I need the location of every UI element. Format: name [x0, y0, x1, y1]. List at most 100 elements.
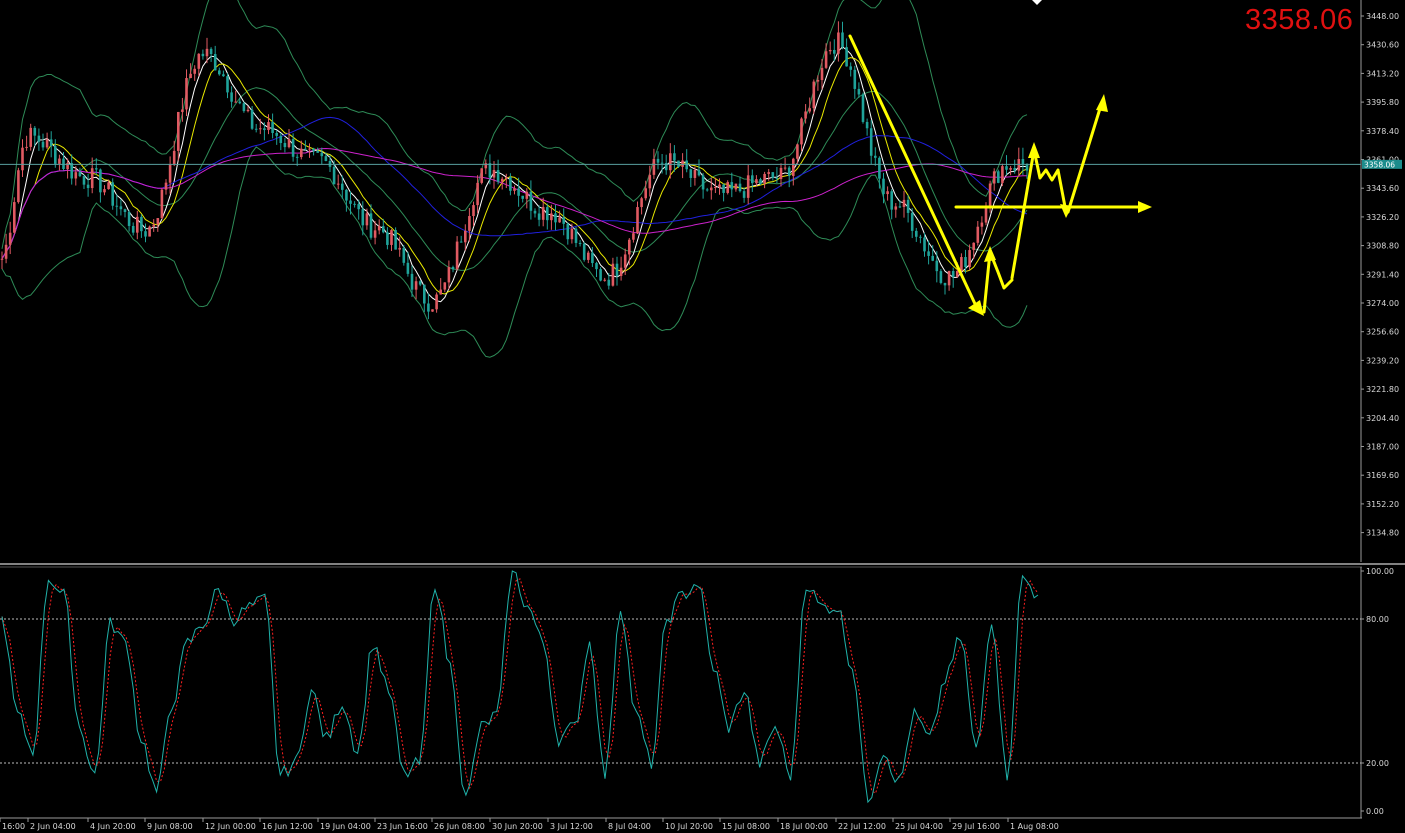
candle-body: [722, 184, 725, 193]
candle-body: [222, 74, 225, 77]
candle-body: [131, 225, 135, 233]
candle-body: [882, 178, 885, 195]
candle-body: [226, 76, 229, 93]
bollinger-lower: [1, 146, 1028, 358]
chart-canvas[interactable]: 3448.003430.603413.203395.803378.403361.…: [0, 0, 1405, 833]
price-tick-label: 3169.60: [1366, 471, 1399, 480]
candle-body: [980, 222, 984, 227]
candle-body: [685, 160, 688, 170]
candle-body: [201, 53, 205, 57]
candle-body: [988, 183, 992, 209]
candle-body: [177, 111, 180, 151]
bollinger-mid: [1, 87, 1028, 271]
candle-body: [1021, 159, 1025, 165]
candle-body: [394, 230, 397, 250]
stoch-tick-label: 0.00: [1366, 807, 1384, 816]
candle-body: [705, 189, 709, 191]
candle-body: [1025, 164, 1029, 171]
candle-body: [17, 170, 20, 203]
candle-body: [324, 156, 328, 161]
candle-body: [119, 206, 123, 210]
candle-body: [136, 216, 139, 233]
candle-body: [591, 252, 594, 264]
candle-body: [300, 148, 303, 158]
candle-body: [316, 150, 319, 153]
candle-body: [500, 178, 504, 182]
candle-body: [107, 182, 110, 190]
candle-body: [213, 54, 217, 71]
candle-body: [410, 273, 414, 290]
candle-body: [566, 223, 570, 240]
annotation-arrows[interactable]: [848, 34, 1152, 316]
candle-body: [804, 111, 807, 119]
time-tick-label: 3 Jul 12:00: [550, 822, 593, 831]
candle-body: [808, 108, 811, 112]
candle-body: [779, 167, 783, 179]
candle-body: [357, 204, 360, 210]
drawn-downtrend-arrow[interactable]: [848, 34, 978, 308]
candle-body: [931, 255, 934, 261]
drawn-up-arrow[interactable]: [1066, 100, 1104, 214]
candle-body: [714, 186, 717, 188]
candle-body: [533, 210, 537, 214]
candle-body: [246, 109, 250, 112]
candle-body: [763, 173, 766, 184]
candle-body: [33, 127, 37, 136]
candle-body: [29, 127, 32, 147]
time-axis: 16:00 2 Jun 04:00 4 Jun 20:00 9 Jun 08:00 12…: [0, 818, 1059, 831]
stochastic-panel[interactable]: 100.00 80.00 20.00 0.00: [0, 567, 1394, 818]
stoch-tick-label: 20.00: [1366, 759, 1389, 768]
candle-body: [771, 172, 775, 178]
candle-body: [464, 230, 467, 243]
candle-body: [730, 182, 734, 190]
candle-body: [718, 184, 721, 187]
candle-body: [828, 49, 832, 52]
candle-body: [148, 226, 151, 237]
candle-body: [267, 122, 270, 131]
candle-body: [238, 101, 242, 104]
candle-body: [78, 172, 82, 177]
candle-body: [8, 232, 12, 245]
candle-body: [181, 109, 184, 112]
time-tick-label: 10 Jul 20:00: [665, 822, 713, 831]
candle-body: [611, 263, 615, 286]
candle-body: [619, 267, 623, 276]
candle-body: [218, 70, 221, 75]
candle-body: [546, 207, 549, 221]
candle-body: [427, 303, 430, 312]
time-tick-label: 29 Jul 16:00: [952, 822, 1000, 831]
current-price-marker: 3358.06: [1362, 159, 1402, 169]
candle-body: [910, 212, 914, 231]
candle-body: [103, 189, 106, 193]
candle-body: [279, 135, 283, 144]
candle-body: [144, 231, 147, 237]
candle-body: [287, 139, 291, 148]
rally-arrowhead: [1028, 142, 1040, 158]
candle-body: [890, 191, 893, 210]
candle-body: [418, 281, 422, 285]
candle-body: [242, 103, 246, 112]
candle-body: [525, 191, 529, 199]
candle-body: [517, 188, 520, 196]
candle-body: [628, 239, 631, 255]
price-axis: 3448.003430.603413.203395.803378.403361.…: [1361, 12, 1399, 538]
candle-body: [295, 156, 299, 158]
candle-body: [755, 179, 758, 184]
candle-body: [341, 183, 344, 190]
candle-body: [0, 258, 4, 260]
candle-body: [578, 242, 582, 244]
price-tick-label: 3343.60: [1366, 184, 1399, 193]
time-tick-label: 22 Jul 12:00: [838, 822, 886, 831]
price-panel[interactable]: 3448.003430.603413.203395.803378.403361.…: [0, 0, 1402, 562]
candle-body: [390, 230, 393, 245]
price-tick-label: 3291.40: [1366, 270, 1399, 279]
price-tick-label: 3326.20: [1366, 213, 1399, 222]
candle-body: [710, 187, 713, 191]
candle-body: [693, 169, 697, 178]
candle-body: [25, 146, 28, 148]
candle-body: [972, 242, 975, 251]
candle-body: [205, 48, 209, 57]
candle-body: [984, 208, 988, 223]
stoch-tick-label: 80.00: [1366, 615, 1389, 624]
price-tick-label: 3256.60: [1366, 328, 1399, 337]
